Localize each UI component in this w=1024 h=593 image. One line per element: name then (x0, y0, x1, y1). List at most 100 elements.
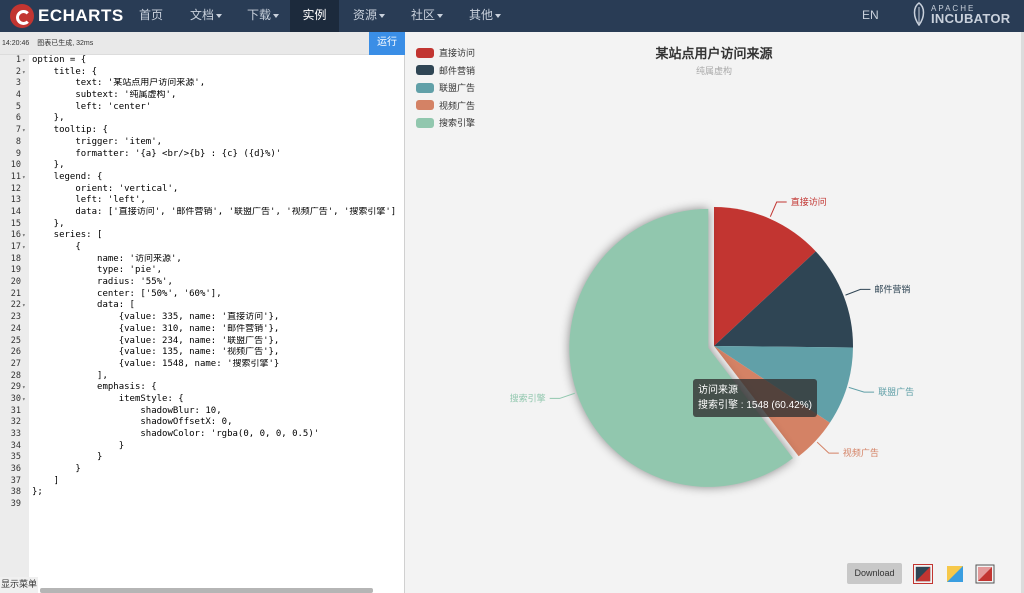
fold-toggle-icon[interactable]: ▾ (22, 300, 26, 312)
horizontal-scrollbar[interactable] (40, 588, 373, 593)
line-number: 35 (10, 452, 21, 463)
code-text: } (32, 452, 103, 463)
code-line[interactable]: 34 } (0, 441, 405, 453)
nav-item-label: 其他 (469, 8, 494, 22)
code-line[interactable]: 1 ▾ option = { (0, 55, 405, 67)
fold-toggle-icon[interactable]: ▾ (22, 230, 26, 242)
nav-item-docs[interactable]: 文档 (190, 0, 223, 32)
code-line[interactable]: 5 left: 'center' (0, 102, 405, 114)
code-line[interactable]: 23 {value: 335, name: '直接访问'}, (0, 312, 405, 324)
code-text: type: 'pie', (32, 265, 163, 276)
code-line[interactable]: 19 type: 'pie', (0, 265, 405, 277)
code-line[interactable]: 29 ▾ emphasis: { (0, 382, 405, 394)
code-line[interactable]: 9 formatter: '{a} <br/>{b} : {c} ({d}%)' (0, 149, 405, 161)
code-line[interactable]: 12 orient: 'vertical', (0, 184, 405, 196)
fold-toggle-icon[interactable]: ▾ (22, 242, 26, 254)
line-number: 6 (15, 113, 21, 124)
code-line[interactable]: 31 shadowBlur: 10, (0, 406, 405, 418)
code-line[interactable]: 37 ] (0, 476, 405, 488)
code-line[interactable]: 38}; (0, 487, 405, 499)
run-button[interactable]: 运行 (369, 32, 405, 55)
code-line[interactable]: 26 {value: 135, name: '视频广告'}, (0, 347, 405, 359)
line-number: 7 (15, 125, 21, 136)
fold-toggle-icon[interactable]: ▾ (22, 55, 26, 67)
code-text: orient: 'vertical', (32, 183, 179, 194)
nav-item-resources[interactable]: 资源 (353, 0, 386, 32)
code-line[interactable]: 16 ▾ series: [ (0, 230, 405, 242)
code-text: formatter: '{a} <br/>{b} : {c} ({d}%)' (32, 148, 282, 159)
code-line[interactable]: 2 ▾ title: { (0, 67, 405, 79)
apache-incubator-logo[interactable]: APACHE INCUBATOR (910, 2, 1011, 26)
nav-item-community[interactable]: 社区 (411, 0, 444, 32)
slice-label-line (845, 288, 871, 296)
fold-toggle-icon[interactable]: ▾ (22, 394, 26, 406)
line-number: 14 (10, 206, 21, 217)
line-number: 17 (10, 242, 21, 252)
code-line[interactable]: 6 }, (0, 113, 405, 125)
nav-item-label: 下载 (247, 8, 272, 22)
code-text: } (32, 440, 125, 451)
chevron-down-icon (495, 13, 502, 18)
line-number: 4 (15, 90, 21, 101)
code-line[interactable]: 11 ▾ legend: { (0, 172, 405, 184)
line-number: 37 (10, 475, 21, 486)
line-number: 13 (10, 195, 21, 206)
echarts-logo-icon (10, 4, 34, 28)
code-text: }, (32, 218, 65, 229)
nav-item-download[interactable]: 下载 (247, 0, 280, 32)
code-line[interactable]: 22 ▾ data: [ (0, 300, 405, 312)
code-line[interactable]: 25 {value: 234, name: '联盟广告'}, (0, 336, 405, 348)
theme-red-gradient-icon[interactable] (975, 564, 995, 584)
slice-label: 直接访问 (791, 196, 827, 208)
pie-chart[interactable]: 直接访问邮件营销联盟广告视频广告 搜索引擎 (406, 32, 1022, 593)
fold-toggle-icon[interactable]: ▾ (22, 382, 26, 394)
nav-item-label: 文档 (190, 8, 215, 22)
code-line[interactable]: 4 subtext: '纯属虚构', (0, 90, 405, 102)
code-line[interactable]: 13 left: 'left', (0, 195, 405, 207)
nav-item-examples[interactable]: 实例 (290, 0, 339, 32)
line-number: 28 (10, 370, 21, 381)
code-line[interactable]: 35 } (0, 452, 405, 464)
slice-label-line (848, 386, 875, 393)
code-line[interactable]: 39 (0, 499, 405, 511)
code-line[interactable]: 8 trigger: 'item', (0, 137, 405, 149)
code-line[interactable]: 24 {value: 310, name: '邮件营销'}, (0, 324, 405, 336)
theme-yellow-icon[interactable] (945, 564, 965, 584)
code-line[interactable]: 7 ▾ tooltip: { (0, 125, 405, 137)
show-menu-button[interactable]: 显示菜单 (0, 577, 38, 593)
fold-toggle-icon[interactable]: ▾ (22, 125, 26, 137)
nav-item-other[interactable]: 其他 (469, 0, 502, 32)
code-text: }; (32, 487, 43, 498)
code-line[interactable]: 32 shadowOffsetX: 0, (0, 417, 405, 429)
line-number: 34 (10, 440, 21, 451)
slice-label: 邮件营销 (874, 283, 910, 295)
theme-red-icon[interactable] (913, 564, 933, 584)
chart-panel: 直接访问 邮件营销 联盟广告 视频广告 搜索引擎 某站点用户访问来源 纯属虚构 直接访问… (406, 32, 1022, 593)
code-line[interactable]: 27 {value: 1548, name: '搜索引擎'} (0, 359, 405, 371)
code-area[interactable]: 1 ▾ option = {2 ▾ title: {3 text: '某站点用户访问来… (0, 55, 405, 511)
code-line[interactable]: 14 data: ['直接访问', '邮件营销', '联盟广告', '视频广告'… (0, 207, 405, 219)
code-line[interactable]: 3 text: '某站点用户访问来源', (0, 78, 405, 90)
line-number: 22 (10, 300, 21, 311)
code-line[interactable]: 10 }, (0, 160, 405, 172)
code-line[interactable]: 18 name: '访问来源', (0, 254, 405, 266)
language-switch[interactable]: EN (862, 0, 879, 30)
fold-toggle-icon[interactable]: ▾ (22, 67, 26, 79)
status-time: 14:20:46 (2, 40, 30, 47)
code-line[interactable]: 33 shadowColor: 'rgba(0, 0, 0, 0.5)' (0, 429, 405, 441)
fold-toggle-icon[interactable]: ▾ (22, 172, 26, 184)
code-line[interactable]: 28 ], (0, 371, 405, 383)
code-text: itemStyle: { (32, 393, 184, 404)
code-line[interactable]: 15 }, (0, 219, 405, 231)
nav-item-home[interactable]: 首页 (139, 0, 163, 32)
code-line[interactable]: 21 center: ['50%', '60%'], (0, 289, 405, 301)
slice-label: 搜索引擎 (510, 392, 546, 404)
code-line[interactable]: 30 ▾ itemStyle: { (0, 394, 405, 406)
code-text: name: '访问来源', (32, 253, 182, 264)
code-line[interactable]: 36 } (0, 464, 405, 476)
code-line[interactable]: 17 ▾ { (0, 242, 405, 254)
download-button[interactable]: Download (847, 563, 902, 584)
echarts-logo[interactable]: ECHARTS (10, 4, 124, 28)
code-line[interactable]: 20 radius: '55%', (0, 277, 405, 289)
code-text: ] (32, 475, 60, 486)
